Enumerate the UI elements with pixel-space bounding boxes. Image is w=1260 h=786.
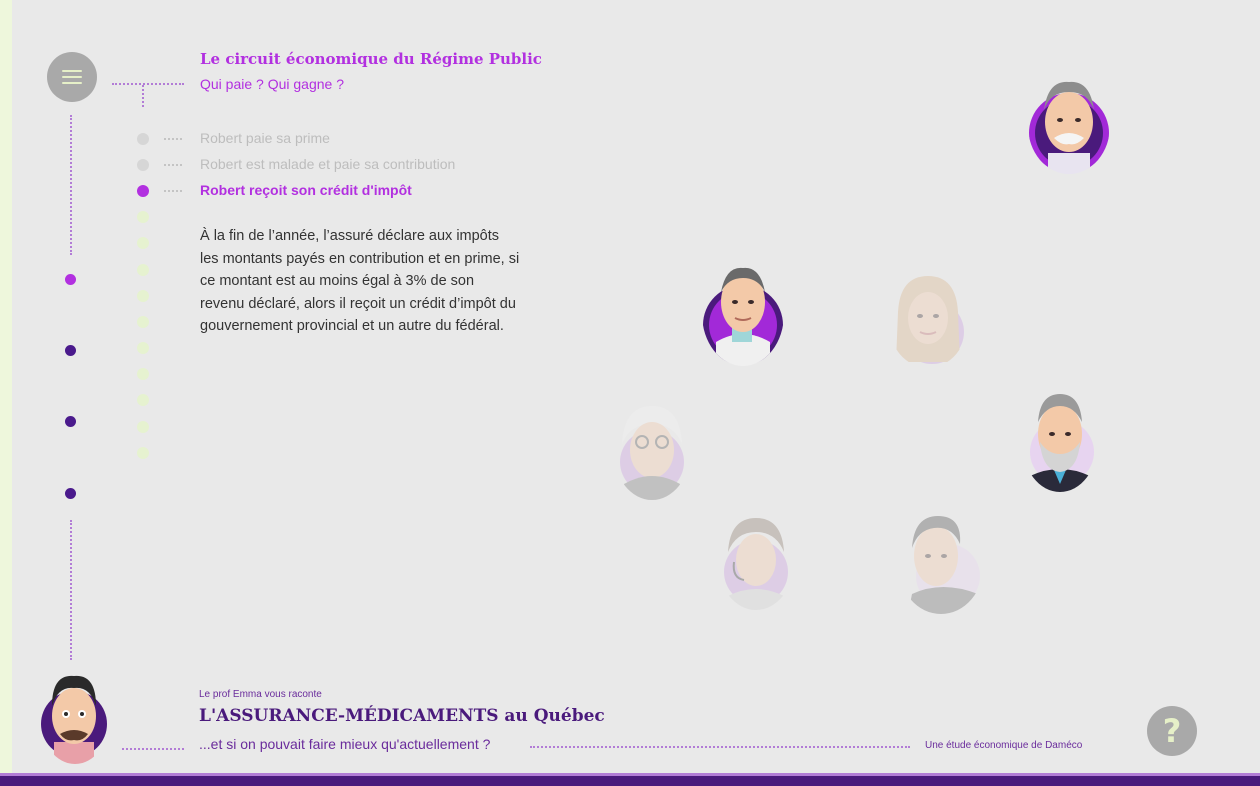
footer-subtitle: ...et si on pouvait faire mieux qu'actue… [199, 736, 491, 752]
step-dot-future[interactable] [137, 211, 149, 223]
footer-connector-right [530, 746, 910, 748]
character-avatar-woman[interactable] [888, 272, 968, 368]
step-dot-future[interactable] [137, 447, 149, 459]
left-accent-strip [0, 0, 12, 776]
footer-intro: Le prof Emma vous raconte [199, 689, 322, 700]
timeline-line-top [70, 115, 72, 255]
step-dot-future[interactable] [137, 368, 149, 380]
question-icon: ? [1162, 712, 1182, 750]
menu-button[interactable] [47, 52, 97, 102]
character-avatar-grandmother[interactable] [614, 404, 690, 500]
step-dot-future[interactable] [137, 264, 149, 276]
character-avatar-operator[interactable] [718, 514, 794, 610]
chapter-dot-3[interactable] [65, 416, 76, 427]
footer-credit[interactable]: Une étude économique de Daméco [925, 740, 1082, 751]
step-leader [164, 190, 182, 192]
step-dot-future[interactable] [137, 290, 149, 302]
step-dot-3[interactable] [137, 185, 149, 197]
step-leader [164, 164, 182, 166]
step-dot-1[interactable] [137, 133, 149, 145]
header-connector [112, 83, 184, 85]
help-button[interactable]: ? [1147, 706, 1197, 756]
prof-emma-avatar[interactable] [40, 672, 110, 764]
step-leader [164, 138, 182, 140]
header-connector-vertical [142, 85, 144, 107]
chapter-dot-1[interactable] [65, 274, 76, 285]
page-subtitle: Qui paie ? Qui gagne ? [200, 76, 344, 92]
timeline-line-bottom [70, 520, 72, 660]
footer-title: L'ASSURANCE-MÉDICAMENTS au Québec [199, 706, 605, 726]
character-avatar-bearded-man[interactable] [1022, 392, 1098, 492]
step-dot-2[interactable] [137, 159, 149, 171]
step-label-2[interactable]: Robert est malade et paie sa contributio… [200, 156, 455, 172]
footer-connector-left [122, 748, 184, 750]
step-label-1[interactable]: Robert paie sa prime [200, 130, 330, 146]
step-dot-future[interactable] [137, 237, 149, 249]
chapter-dot-4[interactable] [65, 488, 76, 499]
step-dot-future[interactable] [137, 316, 149, 328]
step-dot-future[interactable] [137, 342, 149, 354]
step-dot-future[interactable] [137, 421, 149, 433]
character-avatar-businessman[interactable] [898, 514, 984, 614]
chapter-dot-2[interactable] [65, 345, 76, 356]
page-title: Le circuit économique du Régime Public [200, 50, 542, 68]
character-avatar-elder[interactable] [1028, 78, 1110, 174]
step-description: À la fin de l’année, l’assuré déclare au… [200, 228, 520, 334]
step-dot-future[interactable] [137, 394, 149, 406]
character-avatar-robert[interactable] [702, 262, 784, 366]
step-label-3[interactable]: Robert reçoit son crédit d'impôt [200, 182, 412, 198]
bottom-bar [0, 773, 1260, 786]
